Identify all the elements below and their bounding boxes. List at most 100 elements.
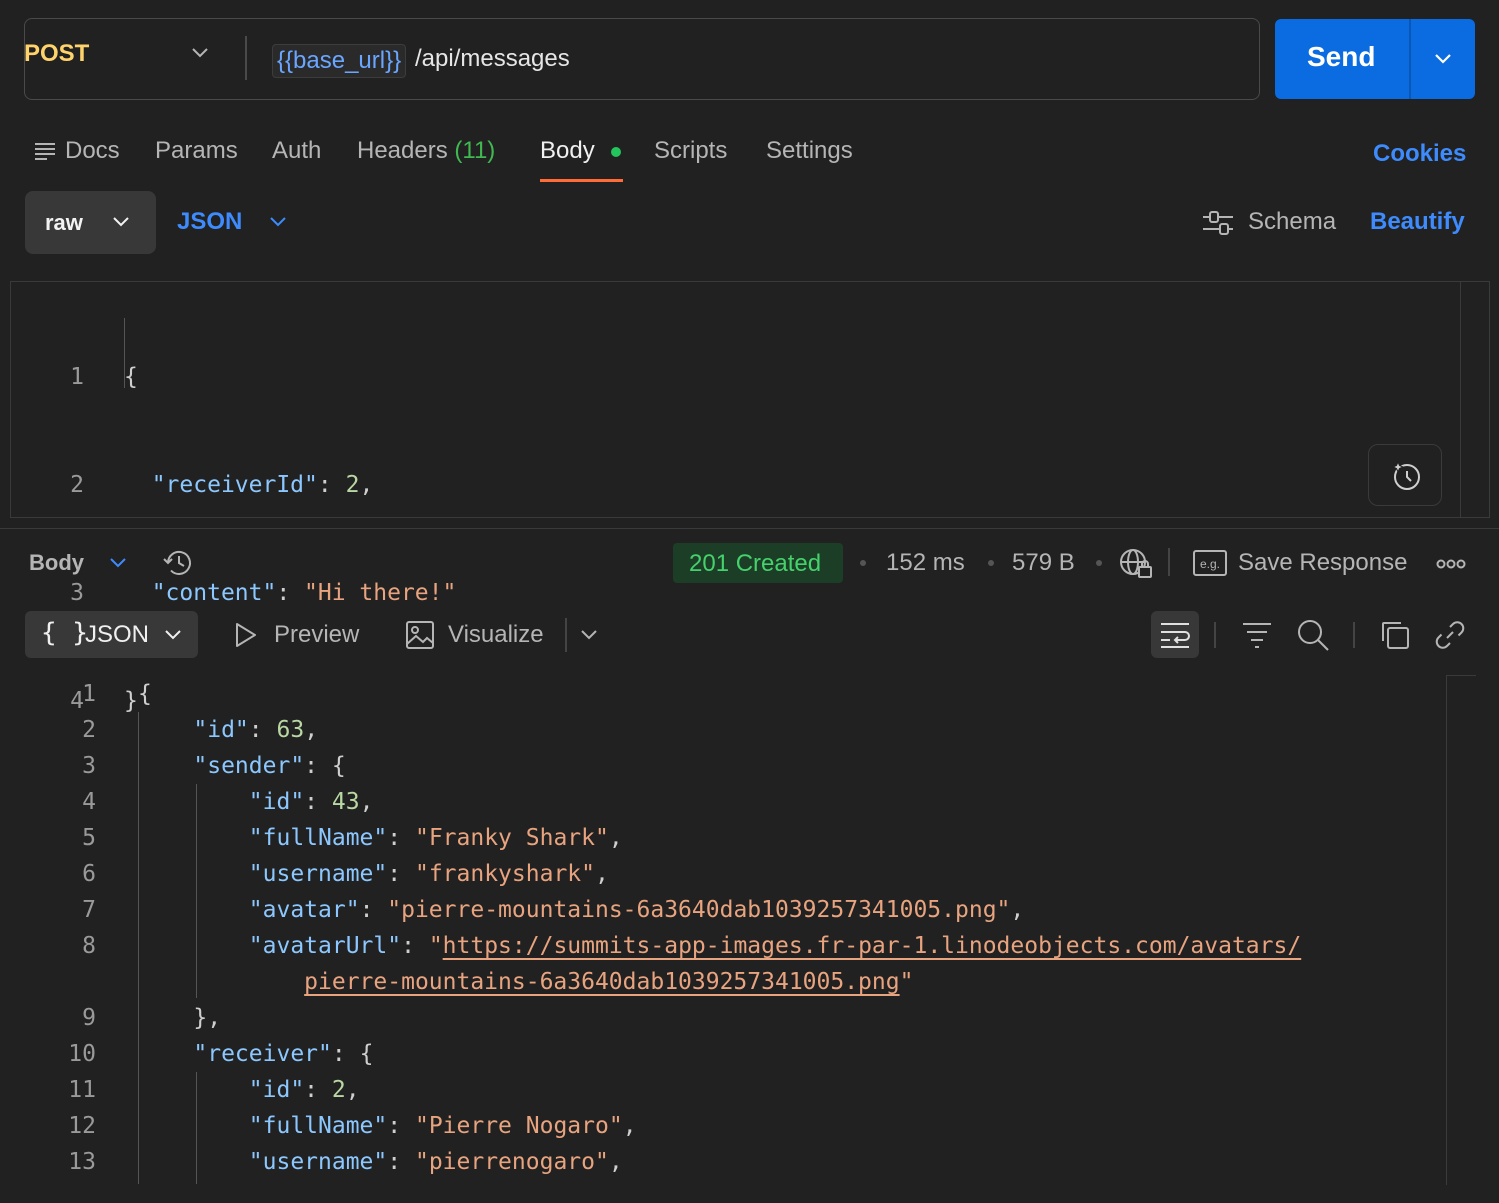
chevron-down-icon[interactable] [579,628,599,642]
toolbar-divider [1353,622,1355,648]
line-numbers: 12345678 9 10 11 12 13 [50,676,96,1180]
status-label: 201 Created [689,550,822,577]
code-line: "receiver": { [193,1041,374,1067]
response-size[interactable]: 579 B [1012,549,1075,577]
history-icon[interactable] [162,546,196,580]
chevron-down-icon[interactable] [190,46,210,60]
json-number: 2 [331,1077,346,1103]
json-key: "fullName" [248,1113,388,1139]
json-key: "id" [248,789,305,815]
line-number [50,964,96,1000]
globe-lock-icon[interactable] [1118,546,1154,580]
code-line: pierre-mountains-6a3640dab1039257341005.… [304,969,914,995]
cookies-link[interactable]: Cookies [1373,140,1466,168]
active-tab-underline [540,179,623,182]
tab-scripts[interactable]: Scripts [654,137,727,165]
send-button[interactable]: Send [1275,19,1475,99]
preview-tab[interactable]: Preview [274,621,359,649]
line-number: 9 [82,1005,96,1031]
copy-icon[interactable] [1379,619,1411,651]
tab-docs[interactable]: Docs [65,137,120,165]
json-string: "Franky Shark" [414,825,609,851]
chevron-down-icon[interactable] [1433,52,1453,66]
more-options-icon[interactable] [1436,558,1466,570]
json-number: 43 [331,789,360,815]
chevron-down-icon[interactable] [108,556,128,570]
json-number: 63 [276,717,305,743]
toolbar-divider [1168,548,1170,576]
tab-body[interactable]: Body [540,137,595,165]
line-number: 5 [82,825,96,851]
response-scrollbar[interactable] [1446,675,1447,1185]
separator-dot [1096,560,1102,566]
toolbar-divider [565,618,567,652]
json-string: "Pierre Nogaro" [414,1113,623,1139]
link-icon[interactable] [1434,619,1466,651]
save-response-button[interactable]: Save Response [1238,549,1407,577]
schema-button[interactable]: Schema [1248,208,1336,236]
json-key: "id" [193,717,249,743]
response-format-label: JSON [85,621,150,648]
code-line: "username": "pierrenogaro", [248,1149,623,1175]
json-key: "avatarUrl" [248,933,402,959]
chevron-down-icon [111,215,131,229]
json-string: "pierrenogaro" [414,1149,609,1175]
json-string: "pierre-mountains-6a3640dab1039257341005… [387,897,1011,923]
url-divider [245,36,247,80]
json-key: "username" [248,1149,388,1175]
editor-scrollbar[interactable] [1460,281,1461,518]
filter-icon[interactable] [1241,620,1273,650]
line-number: 2 [82,717,96,743]
beautify-button[interactable]: Beautify [1370,208,1465,236]
response-body-select[interactable]: Body [29,550,84,576]
status-badge[interactable]: 201 Created [673,543,843,583]
code-line: "sender": { [193,753,346,779]
json-key: "receiverId" [151,472,318,498]
response-scrollbar-cap [1446,675,1476,676]
tab-auth[interactable]: Auth [272,137,321,165]
response-json[interactable]: { "id": 63, "sender": { "id": 43, "fullN… [138,676,1301,1180]
url-variable[interactable]: {{base_url}} [272,44,407,78]
wrap-lines-button[interactable] [1151,611,1199,658]
example-icon: e.g. [1193,550,1227,576]
ai-assist-button[interactable] [1368,444,1442,506]
chevron-down-icon[interactable] [268,215,288,229]
json-url-link[interactable]: pierre-mountains-6a3640dab1039257341005.… [304,969,899,995]
url-path-input[interactable]: /api/messages [415,45,570,73]
line-number: 4 [82,789,96,815]
response-format-select[interactable]: { } JSON [25,611,198,658]
separator-dot [988,560,994,566]
json-key: "receiver" [193,1041,332,1067]
body-mode-select[interactable]: raw [25,191,156,254]
json-url-link[interactable]: https://summits-app-images.fr-par-1.lino… [443,933,1302,959]
line-number: 7 [82,897,96,923]
json-key: "avatar" [248,897,360,923]
code-line: "id": 43, [248,789,374,815]
body-indicator-dot [611,147,621,157]
response-time[interactable]: 152 ms [886,549,965,577]
body-language-select[interactable]: JSON [177,208,242,236]
json-number: 2 [345,472,360,498]
pane-divider[interactable] [0,528,1499,529]
json-key: "fullName" [248,825,388,851]
headers-count-badge: (11) [454,137,496,164]
search-icon[interactable] [1296,618,1330,652]
code-line: }, [193,1005,222,1031]
sliders-icon[interactable] [1201,208,1235,238]
json-string: "frankyshark" [414,861,595,887]
line-number: 1 [82,681,96,707]
line-number: 11 [68,1077,96,1103]
json-key: "id" [248,1077,305,1103]
line-number: 8 [82,933,96,959]
tab-settings[interactable]: Settings [766,137,853,165]
separator-dot [860,560,866,566]
line-number: 10 [68,1041,96,1067]
tab-headers[interactable]: Headers (11) [357,137,495,165]
json-key: "content" [151,580,277,606]
method-select[interactable]: POST [24,40,89,68]
tab-params[interactable]: Params [155,137,238,165]
line-number: 3 [82,753,96,779]
code-line: "avatar": "pierre-mountains-6a3640dab103… [248,897,1025,923]
visualize-tab[interactable]: Visualize [448,621,544,649]
code-line: { [138,681,152,707]
